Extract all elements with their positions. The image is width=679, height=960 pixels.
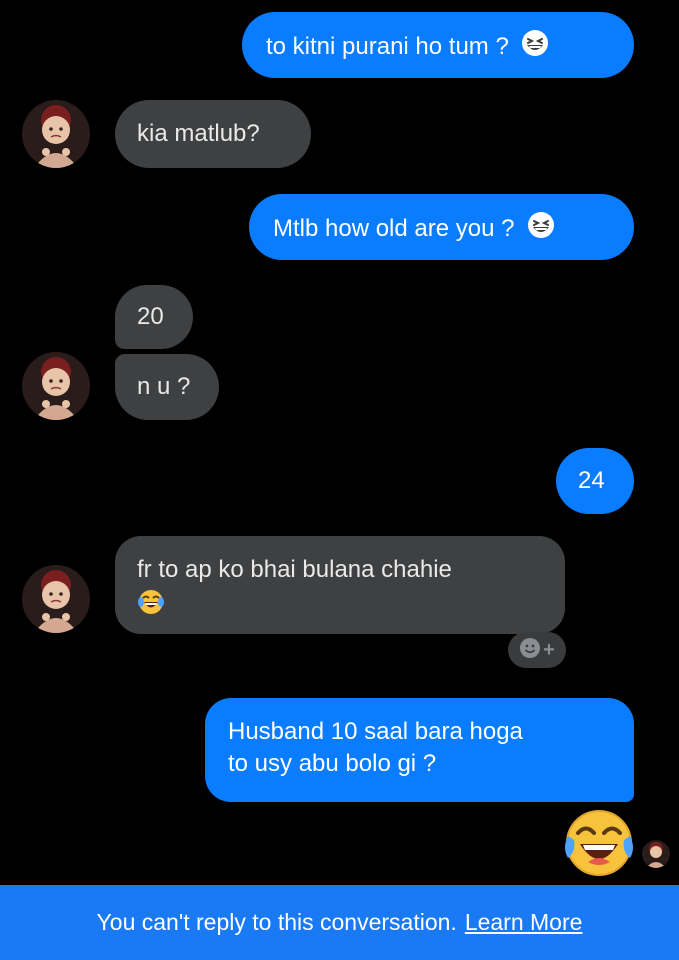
message-text: 24 bbox=[578, 467, 605, 494]
incoming-message[interactable]: n u ? bbox=[115, 354, 219, 420]
incoming-message[interactable]: 20 bbox=[115, 285, 193, 349]
conversation-thread: to kitni purani ho tum ? kia matlub? Mtl… bbox=[0, 0, 679, 885]
plus-label: + bbox=[543, 638, 555, 661]
outgoing-message[interactable]: 24 bbox=[556, 448, 634, 514]
large-emoji-message[interactable] bbox=[562, 806, 636, 880]
message-text: 20 bbox=[137, 303, 164, 330]
message-text-line-1: Husband 10 saal bara hoga bbox=[228, 718, 523, 745]
grinning-squint-icon bbox=[521, 29, 549, 66]
message-text: Mtlb how old are you ? bbox=[273, 214, 515, 242]
message-text: fr to ap ko bhai bulana chahie bbox=[137, 556, 452, 583]
message-text: kia matlub? bbox=[137, 120, 260, 147]
incoming-message[interactable]: fr to ap ko bhai bulana chahie bbox=[115, 536, 565, 634]
grinning-squint-icon bbox=[527, 211, 555, 248]
seen-avatar bbox=[642, 840, 670, 868]
tears-of-joy-icon bbox=[562, 810, 636, 884]
add-reaction-button[interactable]: + bbox=[508, 632, 566, 668]
outgoing-message[interactable]: Husband 10 saal bara hoga to usy abu bol… bbox=[205, 698, 634, 802]
incoming-message[interactable]: kia matlub? bbox=[115, 100, 311, 168]
banner-notice: You can't reply to this conversation. bbox=[96, 909, 457, 935]
contact-avatar[interactable] bbox=[22, 565, 90, 633]
contact-avatar[interactable] bbox=[22, 100, 90, 168]
contact-avatar[interactable] bbox=[22, 352, 90, 420]
learn-more-link[interactable]: Learn More bbox=[465, 909, 583, 936]
add-reaction-icon bbox=[519, 637, 541, 664]
message-text-line-2: to usy abu bolo gi ? bbox=[228, 750, 437, 777]
reply-disabled-banner: You can't reply to this conversation. Le… bbox=[0, 885, 679, 960]
tears-of-joy-icon bbox=[137, 588, 165, 625]
message-text: to kitni purani ho tum ? bbox=[266, 32, 509, 60]
message-text: n u ? bbox=[137, 373, 191, 400]
outgoing-message[interactable]: to kitni purani ho tum ? bbox=[242, 12, 634, 78]
outgoing-message[interactable]: Mtlb how old are you ? bbox=[249, 194, 634, 260]
